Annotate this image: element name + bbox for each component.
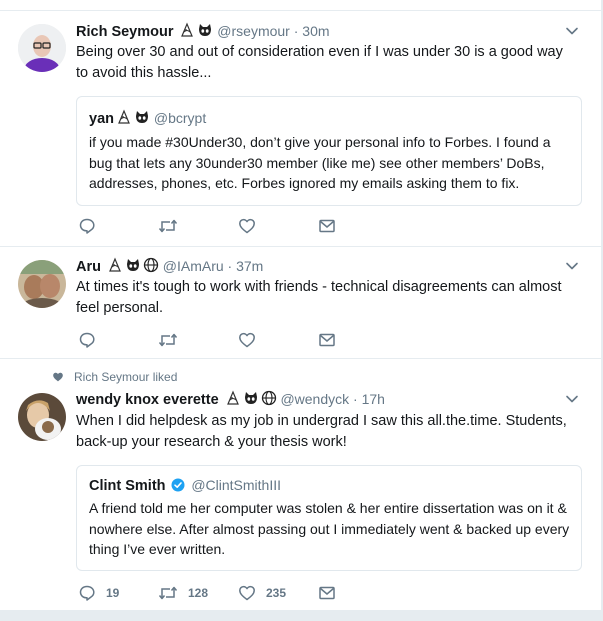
separator: · bbox=[293, 23, 299, 39]
quoted-user-handle: @bcrypt bbox=[153, 110, 207, 126]
reply-icon bbox=[78, 584, 96, 602]
avatar[interactable] bbox=[18, 260, 66, 308]
user-name[interactable]: Aru bbox=[76, 259, 101, 275]
like-count: 235 bbox=[266, 586, 287, 600]
rainbow-unicorn-icon bbox=[179, 22, 195, 38]
social-context: Rich Seymour liked bbox=[52, 370, 177, 384]
like-button[interactable] bbox=[238, 331, 266, 349]
reply-icon bbox=[78, 217, 96, 235]
quoted-user-handle: @ClintSmithIII bbox=[191, 477, 281, 493]
reply-button[interactable] bbox=[78, 217, 106, 235]
like-button[interactable] bbox=[238, 217, 266, 235]
reply-button[interactable] bbox=[78, 331, 106, 349]
tweet-header: Rich Seymour @rseymour · 30m bbox=[76, 21, 330, 42]
timestamp[interactable]: 17h bbox=[362, 391, 385, 407]
rainbow-unicorn-icon bbox=[107, 257, 123, 273]
tweet[interactable]: Rich Seymour @rseymour · 30m Being over … bbox=[0, 10, 601, 247]
chevron-down-icon[interactable] bbox=[565, 392, 579, 406]
social-context-label[interactable]: Rich Seymour liked bbox=[74, 370, 177, 384]
envelope-icon bbox=[318, 331, 336, 349]
divider bbox=[0, 610, 601, 621]
tweet-actions bbox=[78, 217, 378, 237]
octocat-icon bbox=[243, 390, 259, 406]
reply-icon bbox=[78, 331, 96, 349]
tweet[interactable]: Aru @IAmAru · 37m At times it's tough to… bbox=[0, 246, 601, 359]
retweet-button[interactable] bbox=[158, 217, 188, 235]
direct-message-button[interactable] bbox=[318, 331, 336, 349]
reply-count: 19 bbox=[106, 586, 120, 600]
tweet-text: At times it's tough to work with friends… bbox=[76, 279, 562, 316]
retweet-button[interactable]: 128 bbox=[158, 584, 208, 602]
like-button[interactable]: 235 bbox=[238, 584, 286, 602]
separator: · bbox=[227, 258, 233, 274]
heart-icon bbox=[53, 372, 63, 382]
quoted-tweet[interactable]: yan @bcrypt if you made #30Under30, don’… bbox=[76, 96, 582, 206]
rainbow-unicorn-icon bbox=[225, 390, 241, 406]
globe-icon bbox=[261, 390, 277, 406]
user-handle[interactable]: @IAmAru bbox=[163, 258, 224, 274]
timestamp[interactable]: 37m bbox=[236, 258, 263, 274]
heart-icon bbox=[238, 217, 256, 235]
reply-button[interactable]: 19 bbox=[78, 584, 119, 602]
heart-icon bbox=[238, 584, 256, 602]
octocat-icon bbox=[125, 257, 141, 273]
user-handle[interactable]: @wendyck bbox=[280, 391, 349, 407]
direct-message-button[interactable] bbox=[318, 584, 336, 602]
rainbow-unicorn-icon bbox=[116, 109, 132, 125]
verified-badge-icon bbox=[171, 478, 185, 492]
timeline: Rich Seymour @rseymour · 30m Being over … bbox=[0, 0, 602, 621]
chevron-down-icon[interactable] bbox=[565, 259, 579, 273]
tweet-text: When I did helpdesk as my job in undergr… bbox=[76, 413, 567, 450]
user-name[interactable]: Rich Seymour bbox=[76, 24, 174, 40]
tweet[interactable]: Rich Seymour liked wendy knox everette @… bbox=[0, 358, 601, 611]
tweet-header: Aru @IAmAru · 37m bbox=[76, 256, 263, 277]
quoted-user-name: Clint Smith bbox=[89, 478, 166, 494]
quoted-user-name: yan bbox=[89, 111, 114, 127]
envelope-icon bbox=[318, 584, 336, 602]
chevron-down-icon[interactable] bbox=[565, 24, 579, 38]
retweet-icon bbox=[158, 217, 178, 235]
separator: · bbox=[353, 391, 358, 407]
timestamp[interactable]: 30m bbox=[302, 23, 329, 39]
retweet-icon bbox=[158, 331, 178, 349]
quoted-tweet-text: A friend told me her computer was stolen… bbox=[89, 500, 570, 557]
heart-icon bbox=[238, 331, 256, 349]
avatar[interactable] bbox=[18, 393, 66, 441]
globe-icon bbox=[143, 257, 159, 273]
quoted-tweet[interactable]: Clint Smith @ClintSmithIII A friend told… bbox=[76, 465, 582, 571]
user-name[interactable]: wendy knox everette bbox=[76, 392, 219, 408]
quoted-tweet-text: if you made #30Under30, don’t give your … bbox=[89, 134, 551, 191]
retweet-count: 128 bbox=[188, 586, 209, 600]
quoted-tweet-header: Clint Smith @ClintSmithIII bbox=[89, 477, 281, 494]
tweet-header: wendy knox everette @wendyck · 17h bbox=[76, 389, 385, 410]
retweet-icon bbox=[158, 584, 178, 602]
quoted-tweet-header: yan @bcrypt bbox=[89, 109, 206, 127]
tweet-actions: 19 128 235 bbox=[78, 584, 378, 604]
envelope-icon bbox=[318, 217, 336, 235]
tweet-actions bbox=[78, 331, 378, 351]
direct-message-button[interactable] bbox=[318, 217, 336, 235]
retweet-button[interactable] bbox=[158, 331, 188, 349]
octocat-icon bbox=[197, 22, 213, 38]
user-handle[interactable]: @rseymour bbox=[217, 23, 290, 39]
octocat-icon bbox=[134, 109, 150, 125]
tweet-text: Being over 30 and out of consideration e… bbox=[76, 44, 563, 81]
avatar[interactable] bbox=[18, 24, 66, 72]
